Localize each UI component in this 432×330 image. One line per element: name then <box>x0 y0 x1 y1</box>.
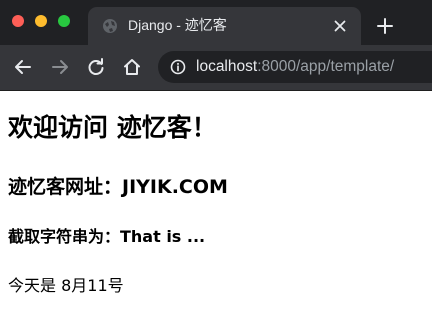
minimize-window-button[interactable] <box>35 15 47 27</box>
page-content: 欢迎访问 迹忆客！ 迹忆客网址：JIYIK.COM 截取字符串为：That is… <box>0 91 432 330</box>
address-path: :8000/app/template/ <box>257 58 395 75</box>
truncated-string-heading: 截取字符串为：That is ... <box>8 227 206 246</box>
globe-icon <box>103 19 117 33</box>
info-icon[interactable] <box>170 59 186 75</box>
close-window-button[interactable] <box>12 15 24 27</box>
forward-arrow-icon[interactable] <box>50 57 70 77</box>
page-heading: 欢迎访问 迹忆客！ <box>8 113 217 142</box>
tab-title: Django - 迹忆客 <box>128 17 227 33</box>
browser-toolbar: localhost:8000/app/template/ <box>0 45 432 91</box>
back-arrow-icon[interactable] <box>13 57 33 77</box>
new-tab-plus-icon[interactable] <box>376 17 394 35</box>
title-bar: Django - 迹忆客 <box>0 0 432 45</box>
address-url: localhost:8000/app/template/ <box>196 57 394 77</box>
reload-icon[interactable] <box>86 57 106 77</box>
address-host: localhost <box>196 58 258 75</box>
date-paragraph: 今天是 8月11号 <box>8 276 124 295</box>
address-bar[interactable]: localhost:8000/app/template/ <box>158 51 432 83</box>
close-icon[interactable] <box>332 18 348 34</box>
site-url-heading: 迹忆客网址：JIYIK.COM <box>8 176 228 198</box>
browser-tab[interactable]: Django - 迹忆客 <box>88 7 361 45</box>
maximize-window-button[interactable] <box>58 15 70 27</box>
home-icon[interactable] <box>122 57 142 77</box>
